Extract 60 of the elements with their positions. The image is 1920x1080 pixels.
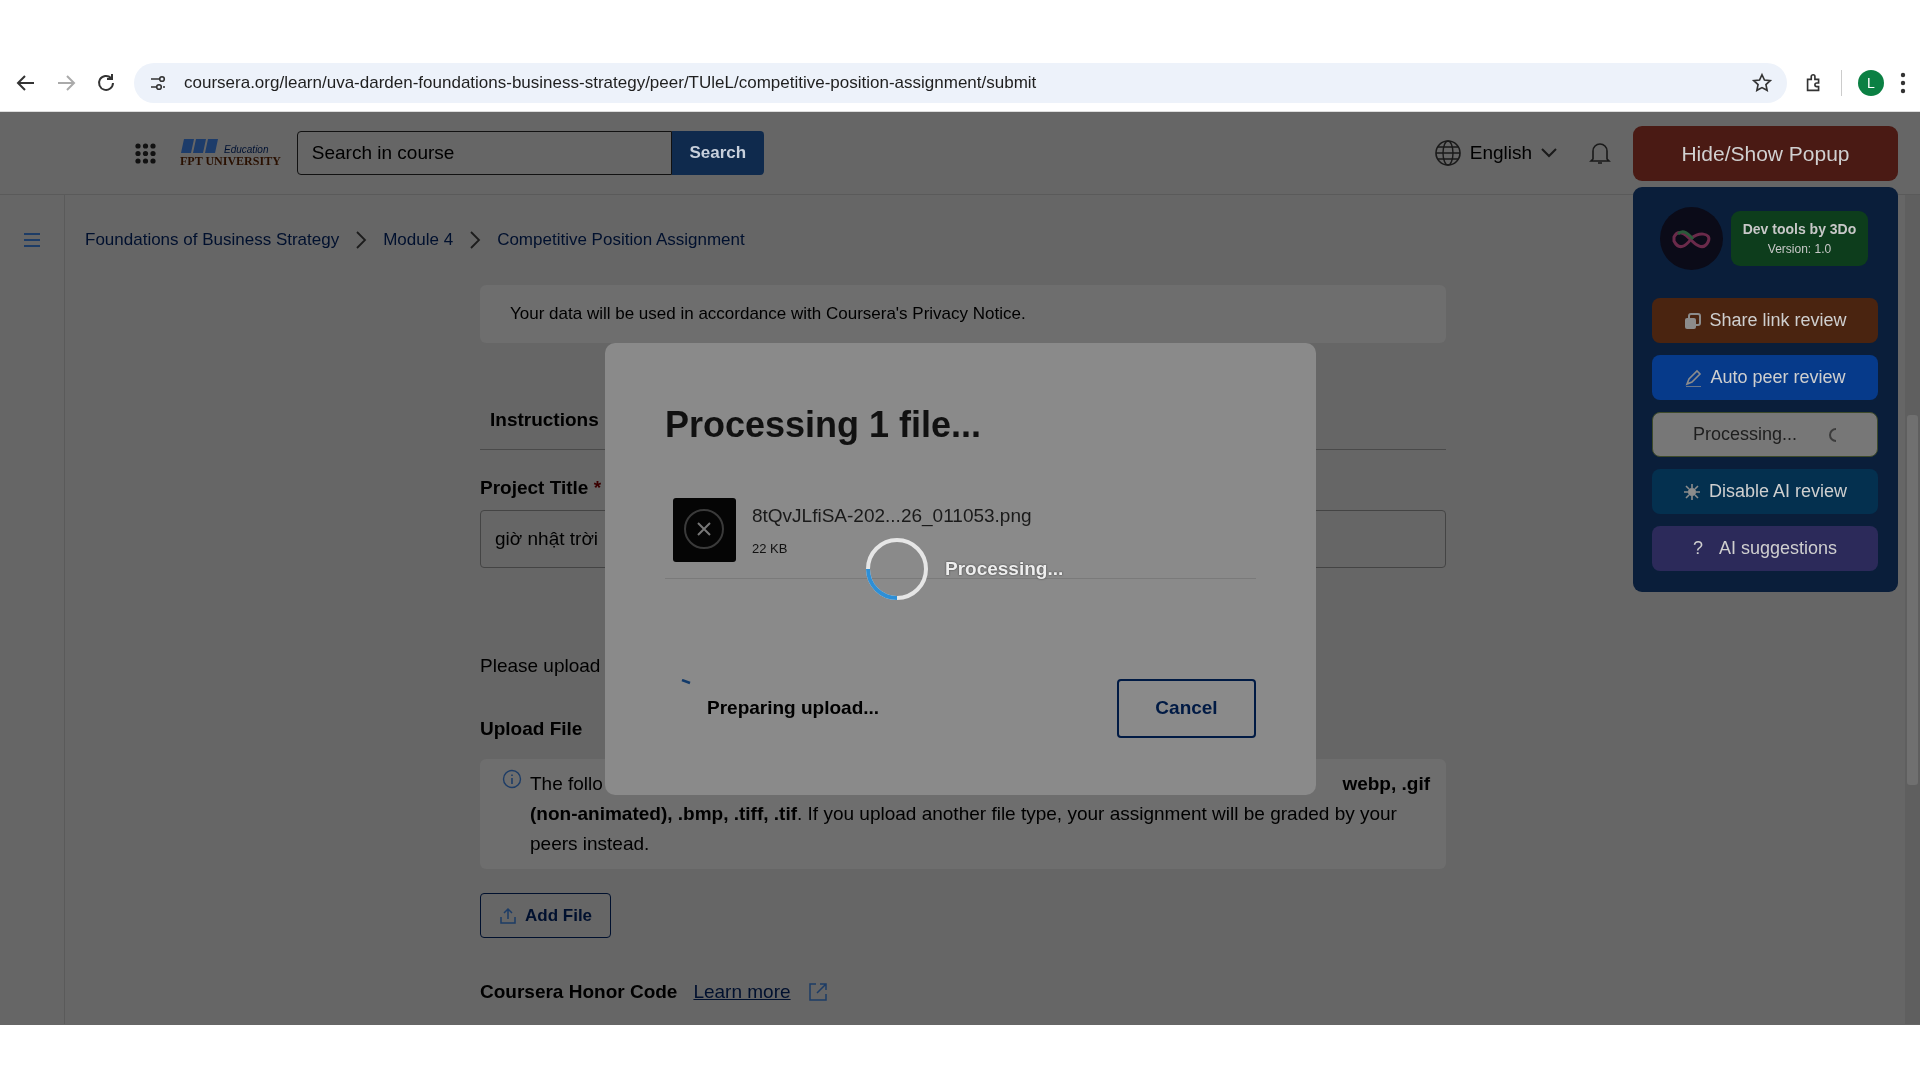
- infinity-logo-icon: [1660, 207, 1723, 270]
- field-label: Project Title *: [480, 475, 602, 500]
- tool-button[interactable]: Auto peer review: [1652, 355, 1878, 400]
- info-text-fragment: The follo: [530, 772, 603, 796]
- copy-icon: [1683, 311, 1702, 330]
- logo-mark-icon: [180, 137, 220, 156]
- pencil-icon: [1684, 368, 1703, 387]
- logo-text: FPT UNIVERSITY: [180, 155, 281, 169]
- file-name: 8tQvJLfiSA-202...26_011053.png: [752, 504, 1032, 529]
- info-icon: [502, 769, 522, 789]
- version-text: Version: 1.0: [1766, 241, 1833, 258]
- upload-status: Preparing upload...: [707, 696, 881, 721]
- language-selector[interactable]: English: [1469, 138, 1533, 168]
- section-label: Upload File: [480, 716, 583, 741]
- scrollbar[interactable]: [1905, 195, 1920, 1024]
- external-link-icon[interactable]: [806, 981, 829, 1004]
- info-text-fragment: webp, .gif: [1342, 772, 1430, 796]
- file-size: 22 KB: [752, 539, 789, 558]
- search-button[interactable]: Search: [671, 131, 764, 175]
- address-bar[interactable]: coursera.org/learn/uva-darden-foundations-business-strategy/peer/TUleL/competitive-position-assignment/submit: [134, 63, 1787, 103]
- breadcrumb-link[interactable]: Foundations of Business Strategy: [85, 227, 340, 253]
- tool-button[interactable]: Share link review: [1652, 298, 1878, 343]
- site-settings-icon[interactable]: [148, 73, 168, 93]
- popup-toggle-button[interactable]: Hide/Show Popup: [1633, 126, 1898, 181]
- tab[interactable]: Instructions: [480, 406, 609, 435]
- upload-icon: [499, 906, 517, 925]
- search-field[interactable]: Search in course: [296, 131, 672, 175]
- star-icon[interactable]: [1751, 72, 1773, 94]
- info-text: (non-animated), .bmp, .tiff, .tif. If you upload another file type, your assignment will be graded by your peers instead.: [530, 802, 1398, 856]
- dialog-title: Processing 1 file...: [665, 403, 983, 447]
- bell-icon[interactable]: [1588, 140, 1613, 166]
- breadcrumb-link[interactable]: Competitive Position Assignment: [497, 227, 745, 253]
- chevron-right-icon: [469, 230, 482, 250]
- spinner-icon: [865, 537, 929, 601]
- cancel-button[interactable]: Cancel: [1117, 679, 1256, 739]
- processing-status: Processing...: [945, 556, 1064, 581]
- profile-avatar[interactable]: L: [1858, 70, 1884, 96]
- globe-icon[interactable]: [1433, 139, 1462, 167]
- tool-button[interactable]: ? AI suggestions: [1652, 526, 1878, 571]
- add-file-button[interactable]: Add File: [480, 893, 612, 938]
- breadcrumb-link[interactable]: Module 4: [383, 227, 454, 253]
- question-mark-icon: ?: [1692, 535, 1703, 562]
- chevron-right-icon: [355, 230, 368, 250]
- gear-icon: [1682, 482, 1701, 501]
- more-menu-icon[interactable]: [1900, 72, 1906, 94]
- privacy-notice-link[interactable]: Coursera's Privacy Notice: [825, 304, 1021, 323]
- spinner-icon: [681, 679, 691, 686]
- learn-more-link[interactable]: Learn more: [693, 978, 791, 1007]
- privacy-notice: Your data will be used in accordance with Coursera's Privacy Notice.: [480, 285, 1446, 343]
- image-thumbnail-icon: [673, 498, 736, 563]
- apps-grid-icon[interactable]: [135, 142, 156, 164]
- chevron-down-icon[interactable]: [1540, 147, 1559, 159]
- tool-title: Dev tools by 3Do: [1741, 220, 1858, 239]
- logo-caption: Education: [224, 145, 269, 156]
- menu-icon[interactable]: [23, 232, 41, 248]
- honor-code-label: Coursera Honor Code: [480, 980, 678, 1004]
- tool-button[interactable]: Disable AI review: [1652, 469, 1878, 514]
- spinner-icon: [1829, 427, 1837, 442]
- url-text: coursera.org/learn/uva-darden-foundations-business-strategy/peer/TUleL/competitive-position-assignment/submit: [184, 72, 1038, 95]
- upload-prompt: Please upload: [480, 654, 601, 678]
